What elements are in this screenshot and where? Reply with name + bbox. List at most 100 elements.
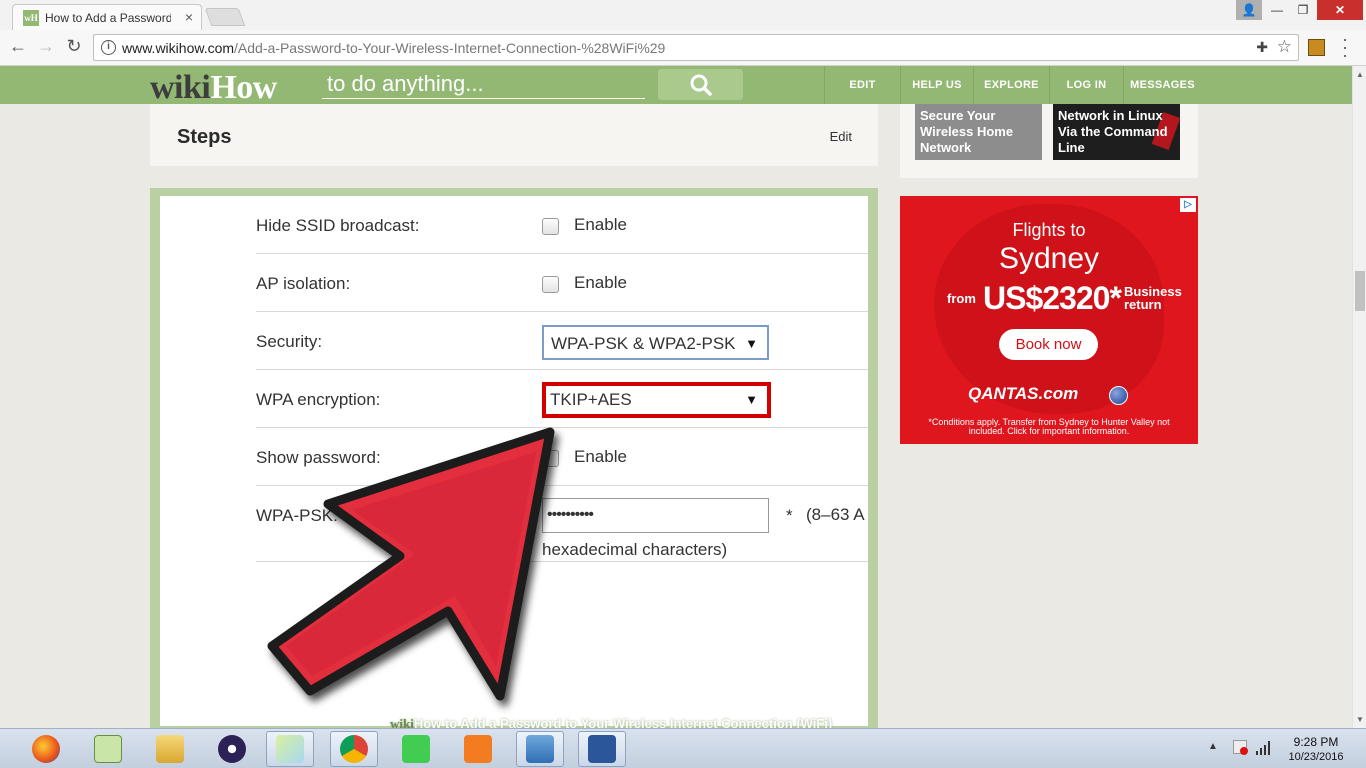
steps-section-header: Steps Edit [150,104,878,166]
page-scrollbar[interactable]: ▲ ▼ [1352,66,1366,728]
control-panel-icon[interactable] [516,731,564,767]
logo-wiki: wiki [150,69,211,106]
related-title: Secure Your Wireless Home Network [920,108,1014,155]
select-value: TKIP+AES [550,390,632,409]
clock-time[interactable]: 9:28 PM [1280,735,1352,749]
extension-icon[interactable] [1308,39,1325,56]
qt-creator-icon[interactable] [392,731,440,767]
browser-tab[interactable]: wH How to Add a Password × [12,4,202,30]
checkbox-label: Enable [574,447,627,466]
nav-help-us[interactable]: HELP US [900,66,973,104]
row-label: WPA encryption: [256,390,381,409]
forward-arrow-icon[interactable]: → [36,36,56,57]
close-tab-icon[interactable]: × [185,9,193,25]
password-field: •••••••••• [542,498,769,533]
red-arrow-pointer-icon [267,427,555,701]
search-input[interactable]: to do anything... [322,69,645,99]
user-profile-icon[interactable]: 👤 [1236,0,1262,20]
chrome-icon[interactable] [330,731,378,767]
row-label: AP isolation: [256,274,351,293]
search-button[interactable] [658,69,743,100]
browser-titlebar: wH How to Add a Password × 👤 — ❐ ✕ [0,0,1366,30]
wikihow-favicon-icon: wH [23,10,39,26]
qantas-logo: QANTAS.com [968,384,1079,403]
close-window-button[interactable]: ✕ [1317,0,1363,20]
show-hidden-icons-icon[interactable]: ▲ [1208,741,1218,752]
search-icon [690,74,712,96]
ad-terms: *Conditions apply. Transfer from Sydney … [928,417,1170,436]
nav-explore[interactable]: EXPLORE [973,66,1049,104]
password-note: (8–63 A [806,505,865,524]
notepad-plus-icon[interactable] [84,731,132,767]
related-title: Network in Linux Via the Command Line [1058,108,1168,155]
url-text[interactable]: www.wikihow.com/Add-a-Password-to-Your-W… [122,40,665,56]
nav-log-in[interactable]: LOG IN [1049,66,1123,104]
address-bar[interactable]: i www.wikihow.com/Add-a-Password-to-Your… [93,34,1299,61]
dropdown-arrow-icon: ▼ [745,336,758,351]
scroll-thumb[interactable] [1355,271,1365,311]
tab-title: How to Add a Password [45,11,171,25]
url-host: www.wikihow.com [122,40,235,56]
chrome-menu-icon[interactable]: · · · [1342,30,1348,64]
minimize-button[interactable]: — [1264,0,1290,20]
ad-return: return [1124,297,1162,312]
word-icon[interactable] [578,731,626,767]
logo-how: How [210,69,277,106]
checkbox-label: Enable [574,215,627,234]
extension-puzzle-icon[interactable]: ✚ [1256,39,1268,56]
clock-date[interactable]: 10/23/2016 [1280,751,1352,763]
qantas-advertisement[interactable]: ▷ Flights to Sydney from US$2320* Busine… [900,196,1198,444]
browser-toolbar: ← → ↻ i www.wikihow.com/Add-a-Password-t… [0,30,1366,66]
related-article-secure-network[interactable]: Secure Your Wireless Home Network [915,104,1042,160]
maximize-button[interactable]: ❐ [1290,0,1316,20]
wikihow-logo[interactable]: wikiHow [150,69,277,107]
security-select: WPA-PSK & WPA2-PSK ▼ [542,325,769,360]
header-nav: EDIT HELP US EXPLORE LOG IN MESSAGES [824,66,1201,104]
bookmark-star-icon[interactable]: ☆ [1277,37,1292,57]
firefox-icon[interactable] [22,731,70,767]
reload-icon[interactable]: ↻ [64,36,84,57]
xampp-icon[interactable] [454,731,502,767]
router-row-ap-isolation: AP isolation: Enable [256,254,868,312]
dropdown-arrow-icon: ▼ [745,392,758,407]
ad-fare-class: Business return [1124,285,1182,311]
new-tab-button[interactable] [204,8,246,26]
ad-destination: Sydney [998,242,1100,275]
checkbox [542,218,559,235]
router-settings-screenshot: Hide SSID broadcast: Enable AP isolation… [160,196,868,726]
nav-messages[interactable]: MESSAGES [1123,66,1201,104]
sticky-notes-icon[interactable] [266,731,314,767]
router-row-wpa-encryption: WPA encryption: TKIP+AES ▼ [256,370,868,428]
row-label: Hide SSID broadcast: [256,216,420,235]
related-article-linux-network[interactable]: Network in Linux Via the Command Line [1053,104,1180,160]
related-articles: Secure Your Wireless Home Network Networ… [900,104,1198,178]
checkbox-label: Enable [574,273,627,292]
site-info-icon[interactable]: i [101,40,116,55]
scroll-up-arrow-icon[interactable]: ▲ [1356,70,1364,79]
steps-title: Steps [177,126,232,148]
wikihow-header: wikiHow to do anything... EDIT HELP US E… [0,66,1352,107]
ad-price: US$2320* [983,280,1122,316]
ad-from: from [947,291,976,306]
row-label: Security: [256,332,323,351]
select-value: WPA-PSK & WPA2-PSK [551,334,736,353]
ad-choices-icon[interactable]: ▷ [1180,198,1196,212]
back-arrow-icon[interactable]: ← [8,36,28,57]
router-row-hide-ssid: Hide SSID broadcast: Enable [256,196,868,254]
ad-book-now-button[interactable]: Book now [999,329,1098,360]
network-signal-icon[interactable] [1256,741,1272,755]
action-center-flag-icon[interactable] [1233,740,1248,755]
eclipse-icon[interactable] [208,731,256,767]
ad-headline: Flights to [1012,220,1086,240]
steps-edit-link[interactable]: Edit [830,129,852,144]
wpa-encryption-select: TKIP+AES ▼ [542,382,771,418]
checkbox [542,276,559,293]
step-image[interactable]: Hide SSID broadcast: Enable AP isolation… [150,188,878,731]
oneworld-globe-icon [1109,386,1128,405]
required-star: * [786,506,793,525]
windows-taskbar: ▲ 9:28 PM 10/23/2016 [0,728,1366,768]
nav-edit[interactable]: EDIT [824,66,900,104]
scroll-down-arrow-icon[interactable]: ▼ [1356,715,1364,724]
router-row-security: Security: WPA-PSK & WPA2-PSK ▼ [256,312,868,370]
file-explorer-icon[interactable] [146,731,194,767]
